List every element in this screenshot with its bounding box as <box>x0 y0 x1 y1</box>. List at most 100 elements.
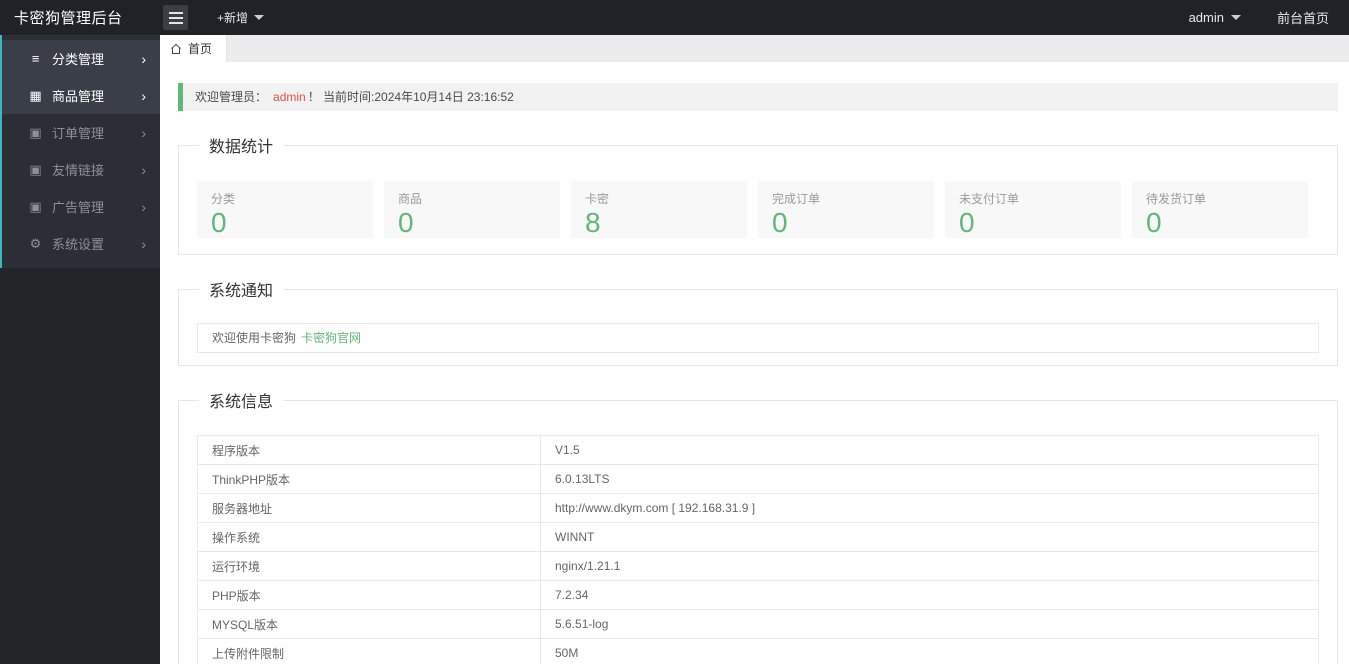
sysinfo-key: MYSQL版本 <box>197 609 541 639</box>
chevron-right-icon: › <box>141 87 146 104</box>
table-row: ThinkPHP版本 6.0.13LTS <box>197 464 1319 494</box>
frontend-home-link[interactable]: 前台首页 <box>1277 8 1329 27</box>
stat-card-value: 0 <box>398 207 414 238</box>
stat-card-label: 完成订单 <box>772 192 821 206</box>
table-row: 操作系统 WINNT <box>197 522 1319 552</box>
notice-panel: 系统通知 欢迎使用卡密狗 卡密狗官网 <box>178 277 1338 366</box>
add-new-dropdown[interactable]: +新增 <box>217 9 265 26</box>
table-row: MYSQL版本 5.6.51-log <box>197 609 1319 639</box>
chevron-right-icon: › <box>141 161 146 178</box>
sidebar-item-label: 订单管理 <box>52 126 105 141</box>
sysinfo-table: 程序版本 V1.5 ThinkPHP版本 6.0.13LTS 服务器地址 htt… <box>197 435 1319 664</box>
user-dropdown[interactable]: admin <box>1189 10 1241 25</box>
stat-card-value: 0 <box>1146 207 1162 238</box>
stat-card[interactable]: 商品 0 <box>384 181 560 238</box>
welcome-username: admin <box>273 90 306 104</box>
sidebar-item-goods[interactable]: ▦ 商品管理 › <box>0 77 160 114</box>
stats-panel: 数据统计 分类 0 商品 0 卡密 8 完成订单 0 未支付订单 0 待发货订单… <box>178 133 1338 255</box>
tab-home[interactable]: 首页 <box>160 35 228 62</box>
stat-card[interactable]: 未支付订单 0 <box>945 181 1121 238</box>
form-icon: ▣ <box>29 198 42 214</box>
stat-card-label: 卡密 <box>585 192 610 206</box>
official-site-link[interactable]: 卡密狗官网 <box>301 331 361 345</box>
stat-card-value: 8 <box>585 207 601 238</box>
sidebar-menu: ≡ 分类管理 › ▦ 商品管理 › ▣ 订单管理 › ▣ 友情链接 › ▣ 广告… <box>0 35 160 268</box>
sidebar-item-label: 商品管理 <box>52 89 105 104</box>
stats-panel-title: 数据统计 <box>209 139 274 156</box>
welcome-banner: 欢迎管理员： admin！ 当前时间:2024年10月14日 23:16:52 <box>178 83 1338 111</box>
tab-bar: 首页 <box>160 35 1349 62</box>
stat-card-label: 商品 <box>398 192 423 206</box>
notice-row: 欢迎使用卡密狗 卡密狗官网 <box>197 323 1319 353</box>
stat-card[interactable]: 完成订单 0 <box>758 181 934 238</box>
sysinfo-key: 程序版本 <box>197 435 541 465</box>
notice-panel-title: 系统通知 <box>209 283 274 300</box>
sidebar-scrollbar[interactable] <box>0 35 2 268</box>
table-row: 上传附件限制 50M <box>197 638 1319 664</box>
home-icon <box>171 43 181 54</box>
sidebar-toggle-button[interactable] <box>163 5 188 30</box>
tab-home-label: 首页 <box>188 42 213 56</box>
stat-card[interactable]: 待发货订单 0 <box>1132 181 1308 238</box>
list-icon: ≡ <box>31 51 40 66</box>
sysinfo-value: 5.6.51-log <box>540 609 1319 639</box>
form-icon: ▣ <box>29 124 42 140</box>
stat-card-label: 待发货订单 <box>1146 192 1207 206</box>
sysinfo-key: 操作系统 <box>197 522 541 552</box>
stat-card[interactable]: 卡密 8 <box>571 181 747 238</box>
sysinfo-panel-title: 系统信息 <box>209 394 274 411</box>
sysinfo-value: 7.2.34 <box>540 580 1319 610</box>
chevron-right-icon: › <box>141 124 146 141</box>
stats-cards: 分类 0 商品 0 卡密 8 完成订单 0 未支付订单 0 待发货订单 0 <box>179 157 1337 254</box>
sidebar-item-ads[interactable]: ▣ 广告管理 › <box>0 188 160 225</box>
chevron-down-icon <box>1230 15 1241 20</box>
topbar-right: admin 前台首页 <box>1189 8 1349 27</box>
stat-card-value: 0 <box>959 207 975 238</box>
sysinfo-panel: 系统信息 程序版本 V1.5 ThinkPHP版本 6.0.13LTS 服务器地… <box>178 388 1338 664</box>
sysinfo-key: 服务器地址 <box>197 493 541 523</box>
sysinfo-value: nginx/1.21.1 <box>540 551 1319 581</box>
welcome-prefix: 欢迎管理员： <box>195 90 268 104</box>
sysinfo-value: 50M <box>540 638 1319 664</box>
sidebar-item-category[interactable]: ≡ 分类管理 › <box>0 40 160 77</box>
sidebar-item-label: 系统设置 <box>52 237 105 252</box>
sidebar-item-label: 分类管理 <box>52 52 105 67</box>
chevron-down-icon <box>254 15 265 20</box>
sidebar: ≡ 分类管理 › ▦ 商品管理 › ▣ 订单管理 › ▣ 友情链接 › ▣ 广告… <box>0 35 160 664</box>
sidebar-item-orders[interactable]: ▣ 订单管理 › <box>0 114 160 151</box>
stat-card-label: 未支付订单 <box>959 192 1020 206</box>
chevron-right-icon: › <box>141 198 146 215</box>
sysinfo-key: ThinkPHP版本 <box>197 464 541 494</box>
chevron-right-icon: › <box>141 50 146 67</box>
table-row: 程序版本 V1.5 <box>197 435 1319 465</box>
sysinfo-value: V1.5 <box>540 435 1319 465</box>
add-new-label: +新增 <box>217 11 249 25</box>
sysinfo-key: PHP版本 <box>197 580 541 610</box>
sidebar-item-settings[interactable]: ⚙ 系统设置 › <box>0 225 160 262</box>
app-title: 卡密狗管理后台 <box>14 10 123 27</box>
notice-text: 欢迎使用卡密狗 <box>212 331 297 345</box>
hamburger-icon <box>168 11 183 14</box>
sysinfo-key: 运行环境 <box>197 551 541 581</box>
sysinfo-value: http://www.dkym.com [ 192.168.31.9 ] <box>540 493 1319 523</box>
sysinfo-value: 6.0.13LTS <box>540 464 1319 494</box>
stat-card-label: 分类 <box>211 192 236 206</box>
sysinfo-key: 上传附件限制 <box>197 638 541 664</box>
gear-icon: ⚙ <box>29 235 42 251</box>
stat-card-value: 0 <box>772 207 788 238</box>
sidebar-item-label: 广告管理 <box>52 200 105 215</box>
sysinfo-value: WINNT <box>540 522 1319 552</box>
stat-card-value: 0 <box>211 207 227 238</box>
table-row: 运行环境 nginx/1.21.1 <box>197 551 1319 581</box>
welcome-time: ！ 当前时间:2024年10月14日 23:16:52 <box>307 90 514 104</box>
table-row: PHP版本 7.2.34 <box>197 580 1319 610</box>
username-label: admin <box>1188 10 1224 25</box>
top-bar: 卡密狗管理后台 +新增 admin 前台首页 <box>0 0 1349 35</box>
stat-card[interactable]: 分类 0 <box>197 181 373 238</box>
sidebar-item-links[interactable]: ▣ 友情链接 › <box>0 151 160 188</box>
main-content: 欢迎管理员： admin！ 当前时间:2024年10月14日 23:16:52 数… <box>160 62 1349 664</box>
sidebar-item-label: 友情链接 <box>52 163 105 178</box>
table-icon: ▦ <box>29 87 42 103</box>
table-row: 服务器地址 http://www.dkym.com [ 192.168.31.9… <box>197 493 1319 523</box>
chevron-right-icon: › <box>141 235 146 252</box>
